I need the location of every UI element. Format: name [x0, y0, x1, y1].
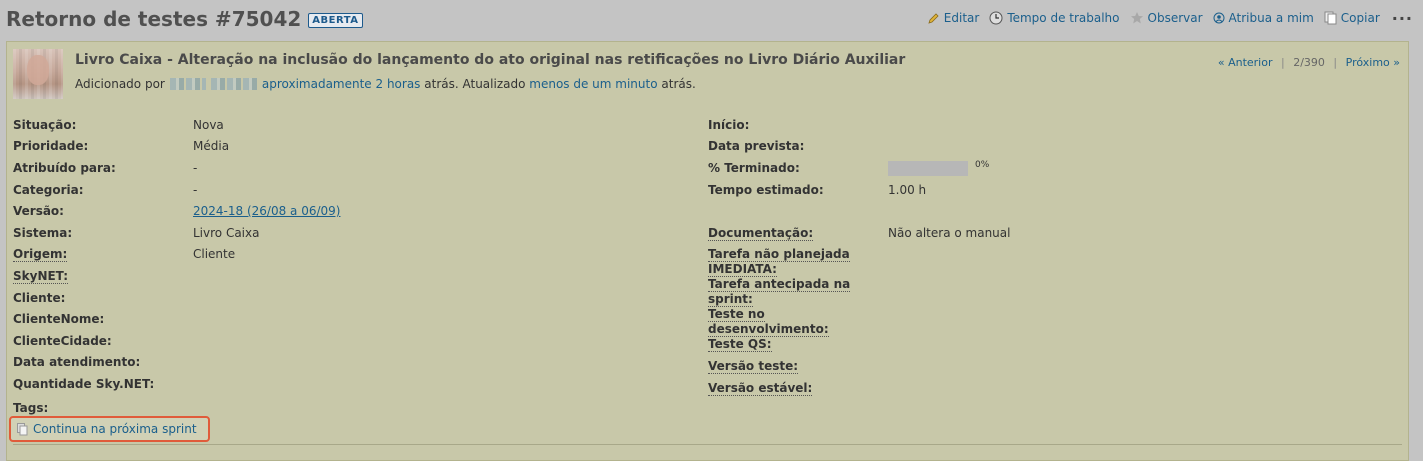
attr-label-documentation: Documentação: — [708, 226, 813, 241]
section-divider — [13, 444, 1402, 445]
author-surname-redacted[interactable] — [211, 78, 259, 90]
edit-button[interactable]: Editar — [927, 11, 980, 25]
avatar — [13, 49, 63, 99]
copy-button[interactable]: Copiar — [1324, 11, 1380, 25]
tag-link[interactable]: Continua na próxima sprint — [33, 422, 197, 436]
progress-percent: 0% — [975, 160, 989, 170]
copy-icon — [1324, 11, 1337, 25]
attr-value-system: Livro Caixa — [193, 226, 259, 241]
previous-link[interactable]: « Anterior — [1218, 56, 1273, 69]
attr-label-test-version: Versão teste: — [708, 359, 798, 374]
progress-bar — [888, 161, 968, 176]
attr-label-unplanned: Tarefa não planejada IMEDIATA: — [708, 247, 850, 277]
contextual-actions: Editar Tempo de trabalho Observar Atribu… — [927, 11, 1413, 25]
attr-label: Atribuído para: — [13, 161, 193, 176]
attr-label: Cliente: — [13, 291, 193, 306]
issue-navigation: « Anterior | 2/390 | Próximo » — [1218, 56, 1400, 69]
star-icon — [1130, 11, 1144, 25]
version-link[interactable]: 2024-18 (26/08 a 06/09) — [193, 204, 340, 218]
attr-value-category: - — [193, 183, 197, 198]
page-title: Retorno de testes #75042 ABERTA — [6, 7, 363, 31]
attr-label: Versão: — [13, 204, 193, 219]
attr-label: Prioridade: — [13, 139, 193, 154]
attr-label-origin: Origem: — [13, 247, 67, 262]
issue-title: Retorno de testes #75042 — [6, 7, 301, 31]
attr-label-skynet: SkyNET: — [13, 269, 68, 284]
done-ratio: 0% — [888, 161, 989, 176]
attr-label: Data prevista: — [708, 139, 888, 154]
issue-position: 2/390 — [1293, 56, 1325, 69]
attr-label: ClienteCidade: — [13, 334, 193, 349]
attr-label: Data atendimento: — [13, 355, 193, 370]
attr-label: ClienteNome: — [13, 312, 193, 327]
attr-value-status: Nova — [193, 118, 224, 133]
author-line: Adicionado por aproximadamente 2 horas a… — [75, 77, 696, 91]
tags-label: Tags: — [13, 401, 48, 415]
attr-value-origin: Cliente — [193, 247, 235, 262]
attr-label-anticipated: Tarefa antecipada na sprint: — [708, 277, 850, 307]
attr-label: Categoria: — [13, 183, 193, 198]
attr-label-qs-test: Teste QS: — [708, 337, 772, 352]
attr-value-documentation: Não altera o manual — [888, 226, 1010, 241]
author-name-redacted[interactable] — [170, 78, 206, 90]
attr-value-priority: Média — [193, 139, 229, 154]
clock-icon — [989, 11, 1003, 25]
next-link[interactable]: Próximo » — [1346, 56, 1400, 69]
added-time-link[interactable]: aproximadamente 2 horas — [262, 77, 421, 91]
watch-button[interactable]: Observar — [1130, 11, 1203, 25]
assign-to-me-button[interactable]: Atribua a mim — [1213, 11, 1314, 25]
attr-label-dev-test: Teste no desenvolvimento: — [708, 307, 829, 337]
attr-label-stable-version: Versão estável: — [708, 381, 812, 396]
tag-copy-icon — [17, 423, 28, 436]
attr-label: Início: — [708, 118, 888, 133]
issue-subject: Livro Caixa - Alteração na inclusão do l… — [75, 52, 905, 68]
attr-value-assignee: - — [193, 161, 197, 176]
attr-label: Tempo estimado: — [708, 183, 888, 198]
pencil-icon — [927, 12, 940, 25]
attr-label: Quantidade Sky.NET: — [13, 377, 193, 392]
more-options-icon[interactable]: ... — [1392, 10, 1413, 20]
status-badge: ABERTA — [308, 13, 362, 28]
attr-label: Sistema: — [13, 226, 193, 241]
attr-label: % Terminado: — [708, 161, 888, 176]
time-tracking-button[interactable]: Tempo de trabalho — [989, 11, 1119, 25]
user-circle-icon — [1213, 12, 1225, 24]
attr-value-estimated: 1.00 h — [888, 183, 926, 198]
updated-time-link[interactable]: menos de um minuto — [529, 77, 657, 91]
issue-details: Livro Caixa - Alteração na inclusão do l… — [6, 41, 1409, 461]
attr-label: Situação: — [13, 118, 193, 133]
tag-item[interactable]: Continua na próxima sprint — [9, 416, 210, 442]
